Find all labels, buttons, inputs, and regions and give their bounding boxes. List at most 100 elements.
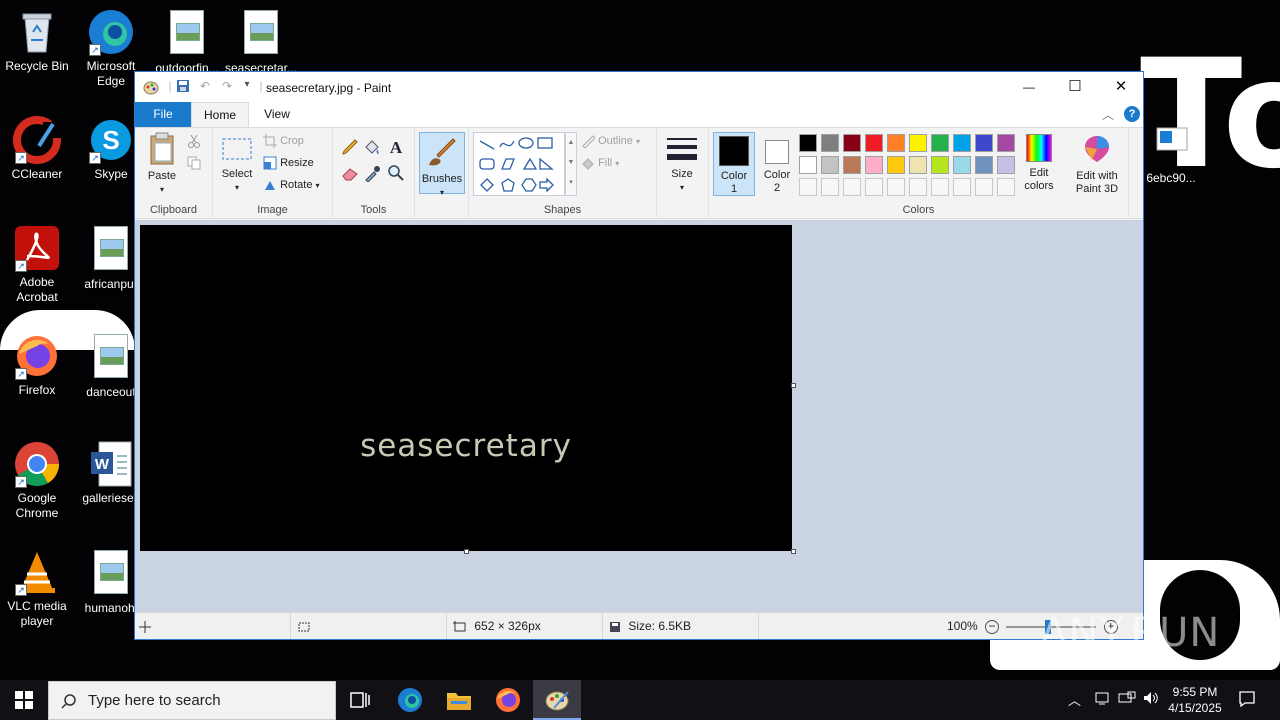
clock[interactable]: 9:55 PM 4/15/2025 [1164,684,1226,716]
pencil-icon[interactable] [341,138,359,156]
palette-swatch[interactable] [997,178,1015,196]
tab-file[interactable]: File [135,102,191,127]
network-icon[interactable] [1094,690,1110,709]
palette-swatch[interactable] [865,156,883,174]
save-icon[interactable] [175,79,191,95]
palette-swatch[interactable] [821,178,839,196]
resize-handle-bottom[interactable] [464,549,469,554]
brushes-button[interactable]: Brushes ▾ [419,132,465,197]
palette-swatch[interactable] [799,178,817,196]
shapes-gallery[interactable] [473,132,565,196]
desktop-icon-seasecretary[interactable]: seasecretar... [224,8,298,76]
desktop-icon-ccleaner[interactable]: ↗ CCleaner [0,116,74,182]
title-bar[interactable]: | ↶ ↷ ▾ | seasecretary.jpg - Paint — ☐ ✕ [135,72,1143,102]
eraser-icon[interactable] [341,164,359,182]
palette-swatch[interactable] [843,156,861,174]
desktop-icon-acrobat[interactable]: ↗ Adobe Acrobat [0,224,74,305]
shapes-scroll[interactable]: ▲ ▼ ▾ [565,132,577,196]
resize-handle-right[interactable] [791,383,796,388]
brushes-group: Brushes ▾ [415,128,469,219]
desktop-icon-firefox[interactable]: ↗ Firefox [0,332,74,398]
fill-bucket-icon[interactable] [363,138,381,156]
palette-swatch[interactable] [931,156,949,174]
palette-swatch[interactable] [953,156,971,174]
desktop-icon-recycle-bin[interactable]: Recycle Bin [0,8,74,74]
taskbar-edge[interactable] [386,680,434,720]
resize-button[interactable]: Resize [263,156,314,170]
palette-swatch[interactable] [865,134,883,152]
device-icon[interactable] [1118,690,1136,709]
palette-swatch[interactable] [953,178,971,196]
desktop-icon-6ebc90[interactable]: 6ebc90... [1134,120,1208,186]
paste-button[interactable]: Paste ▾ [143,132,181,196]
notification-center-icon[interactable] [1238,690,1256,711]
desktop-icon-label: VLC media player [7,599,67,628]
copy-button[interactable] [187,156,201,173]
show-hidden-icons-button[interactable]: ︿ [1068,690,1081,709]
paint-app-icon[interactable] [143,79,159,95]
desktop-icon-chrome[interactable]: ↗ Google Chrome [0,440,74,521]
palette-swatch[interactable] [997,156,1015,174]
taskbar-file-explorer[interactable] [435,680,483,720]
desktop-icon-outdoorfin[interactable]: outdoorfin... [150,8,224,76]
palette-swatch[interactable] [799,134,817,152]
brush-icon [429,138,456,166]
start-button[interactable] [0,680,48,720]
palette-swatch[interactable] [865,178,883,196]
palette-swatch[interactable] [887,134,905,152]
palette-swatch[interactable] [843,178,861,196]
color2-swatch [765,140,789,164]
palette-swatch[interactable] [799,156,817,174]
palette-swatch[interactable] [909,156,927,174]
undo-icon[interactable]: ↶ [197,79,213,95]
redo-icon[interactable]: ↷ [219,79,235,95]
palette-swatch[interactable] [909,178,927,196]
palette-swatch[interactable] [975,156,993,174]
task-view-button[interactable] [336,680,384,720]
palette-swatch[interactable] [909,134,927,152]
palette-swatch[interactable] [821,134,839,152]
close-button[interactable]: ✕ [1098,72,1144,102]
palette-swatch[interactable] [953,134,971,152]
color2-button[interactable]: Color 2 [759,132,795,195]
maximize-button[interactable]: ☐ [1052,72,1098,102]
taskbar-paint[interactable] [533,680,581,720]
rotate-button[interactable]: Rotate ▾ [263,178,320,192]
select-button[interactable]: Select ▾ [219,136,255,194]
outline-button[interactable]: Outline ▾ [581,134,640,148]
image-canvas[interactable]: seasecretary [140,225,792,551]
magnifier-icon[interactable] [387,164,405,182]
taskbar-search-box[interactable]: Type here to search [48,681,336,720]
palette-swatch[interactable] [975,134,993,152]
cut-button[interactable] [187,134,201,151]
text-icon[interactable]: A [387,138,405,156]
palette-swatch[interactable] [887,156,905,174]
color-picker-icon[interactable] [363,164,381,182]
help-icon[interactable]: ? [1124,106,1140,122]
palette-swatch[interactable] [821,156,839,174]
taskbar-firefox[interactable] [484,680,532,720]
fill-button[interactable]: Fill ▾ [581,156,619,170]
tab-home[interactable]: Home [191,102,249,127]
tab-view[interactable]: View [253,102,301,127]
palette-swatch[interactable] [887,178,905,196]
edit-colors-label: Edit colors [1024,167,1054,192]
palette-swatch[interactable] [843,134,861,152]
minimize-button[interactable]: — [1006,72,1052,102]
edit-colors-button[interactable]: Edit colors [1019,134,1059,193]
resize-handle-corner[interactable] [791,549,796,554]
edit-with-paint3d-button[interactable]: Edit with Paint 3D [1069,134,1125,196]
palette-swatch[interactable] [975,178,993,196]
desktop-icon-vlc[interactable]: ↗ VLC media player [0,548,74,629]
volume-icon[interactable] [1142,690,1160,709]
crop-button[interactable]: Crop [263,134,304,148]
palette-swatch[interactable] [931,134,949,152]
size-button[interactable]: Size ▾ [663,134,701,194]
palette-swatch[interactable] [997,134,1015,152]
palette-swatch[interactable] [931,178,949,196]
canvas-area[interactable]: seasecretary [135,220,1143,613]
collapse-ribbon-icon[interactable]: ︿ [1102,106,1114,123]
edit-colors-icon [1026,134,1052,162]
zoom-out-icon[interactable]: − [985,619,1000,634]
color1-button[interactable]: Color 1 [713,132,755,196]
